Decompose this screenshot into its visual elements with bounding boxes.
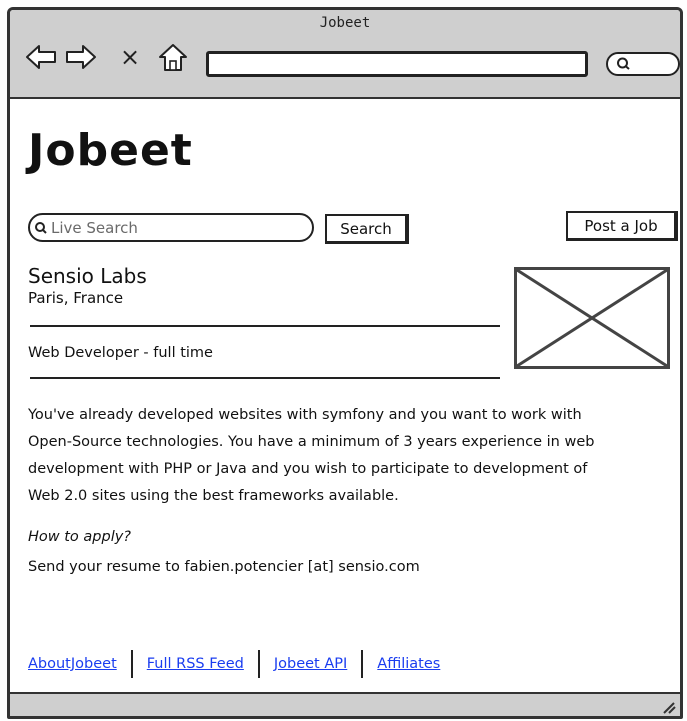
how-to-apply-text: Send your resume to fabien.potencier [at… bbox=[28, 559, 420, 575]
description-line: Web 2.0 sites using the best frameworks … bbox=[28, 488, 399, 504]
browser-search-field[interactable] bbox=[606, 52, 680, 76]
home-button[interactable] bbox=[156, 40, 190, 74]
back-button[interactable] bbox=[24, 40, 58, 74]
divider bbox=[30, 377, 500, 379]
footer-links: AboutJobeet Full RSS Feed Jobeet API Aff… bbox=[28, 649, 440, 679]
search-icon bbox=[35, 221, 47, 234]
window-title: Jobeet bbox=[319, 15, 371, 31]
how-to-apply-label: How to apply? bbox=[28, 529, 132, 545]
divider bbox=[30, 325, 500, 327]
footer-separator bbox=[130, 650, 133, 678]
description-line: development with PHP or Java and you wis… bbox=[28, 461, 588, 477]
live-search-field[interactable] bbox=[28, 213, 314, 242]
live-search-input[interactable] bbox=[51, 218, 301, 237]
stop-button[interactable]: × bbox=[119, 40, 141, 74]
image-placeholder-icon bbox=[517, 270, 667, 366]
description-line: Open-Source technologies. You have a min… bbox=[28, 434, 595, 450]
status-bar bbox=[10, 692, 680, 716]
back-arrow-icon bbox=[26, 45, 56, 69]
post-job-button[interactable]: Post a Job bbox=[566, 211, 678, 241]
footer-separator bbox=[361, 650, 364, 678]
search-icon bbox=[617, 57, 630, 70]
browser-chrome: Jobeet × bbox=[10, 10, 680, 99]
job-position: Web Developer - full time bbox=[28, 345, 213, 361]
footer-separator bbox=[257, 650, 260, 678]
close-icon: × bbox=[119, 43, 141, 71]
home-icon bbox=[159, 44, 187, 71]
resize-grip-icon[interactable] bbox=[660, 698, 676, 714]
forward-arrow-icon bbox=[66, 45, 96, 69]
address-bar[interactable] bbox=[206, 51, 588, 77]
job-location: Paris, France bbox=[28, 289, 124, 307]
company-logo-image bbox=[514, 267, 670, 369]
footer-link-about[interactable]: AboutJobeet bbox=[28, 656, 117, 672]
search-button[interactable]: Search bbox=[325, 214, 409, 244]
description-line: You've already developed websites with s… bbox=[28, 407, 582, 423]
footer-link-api[interactable]: Jobeet API bbox=[274, 656, 347, 672]
browser-window: Jobeet × Jobeet Live Search Search Post … bbox=[7, 7, 683, 719]
footer-link-affiliates[interactable]: Affiliates bbox=[377, 656, 440, 672]
forward-button[interactable] bbox=[64, 40, 98, 74]
footer-link-rss[interactable]: Full RSS Feed bbox=[147, 656, 244, 672]
company-name: Sensio Labs bbox=[28, 264, 147, 288]
site-logo[interactable]: Jobeet bbox=[28, 125, 193, 176]
job-description: You've already developed websites with s… bbox=[28, 402, 668, 510]
